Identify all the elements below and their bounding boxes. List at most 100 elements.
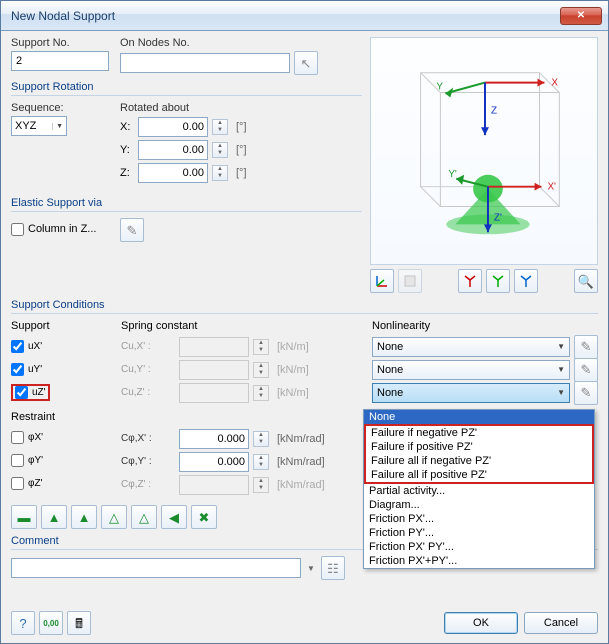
spring-phi-0-spinner[interactable]: ▲▼ xyxy=(253,431,269,447)
dropdown-item-4[interactable]: Failure all if positive PZ' xyxy=(366,468,592,482)
nonlin-2-edit-button[interactable]: ✎ xyxy=(574,381,598,405)
nonlin-2-value: None xyxy=(377,387,403,399)
dropdown-item-3[interactable]: Failure all if negative PZ' xyxy=(366,454,592,468)
close-button[interactable]: ✕ xyxy=(560,7,602,25)
ok-button[interactable]: OK xyxy=(444,612,518,634)
edit-icon: ✎ xyxy=(581,386,592,399)
view-x-button[interactable] xyxy=(458,269,482,293)
spring-phi-0-input[interactable] xyxy=(179,429,249,449)
elastic-edit-button[interactable]: ✎ xyxy=(120,218,144,242)
edit-icon: ✎ xyxy=(581,340,592,353)
help-icon: ? xyxy=(19,617,26,630)
support-no-label: Support No. xyxy=(11,37,114,49)
on-nodes-input[interactable] xyxy=(120,53,290,73)
nonlin-0-edit-button[interactable]: ✎ xyxy=(574,335,598,359)
support-u-2-highlight: uZ' xyxy=(11,384,50,401)
units-button[interactable]: 0,00 xyxy=(39,611,63,635)
rot-1-spinner[interactable]: ▲▼ xyxy=(212,142,228,158)
spring-phi-1-unit: [kNm/rad] xyxy=(273,456,325,468)
restraint-1-checkbox[interactable] xyxy=(11,454,24,467)
nonlin-0-combo[interactable]: None ▼ xyxy=(372,337,570,357)
rot-2-spinner[interactable]: ▲▼ xyxy=(212,165,228,181)
support-u-0-checkbox[interactable] xyxy=(11,340,24,353)
calculator-button[interactable]: 🖩 xyxy=(67,611,91,635)
rot-1-input[interactable] xyxy=(138,140,208,160)
preview-toolbar: 🔍 xyxy=(370,269,598,293)
support-u-0-label: uX' xyxy=(28,341,42,352)
dropdown-item-8[interactable]: Friction PY'... xyxy=(364,526,594,540)
units-icon: 0,00 xyxy=(43,619,59,628)
view-cube-button[interactable] xyxy=(398,269,422,293)
rot-0-spinner[interactable]: ▲▼ xyxy=(212,119,228,135)
dialog-window: New Nodal Support ✕ Support No. On Nodes… xyxy=(0,0,609,644)
restraint-0-checkbox[interactable] xyxy=(11,431,24,444)
dropdown-item-5[interactable]: Partial activity... xyxy=(364,484,594,498)
rot-axis-label: Y: xyxy=(120,144,134,156)
dropdown-item-2[interactable]: Failure if positive PZ' xyxy=(366,440,592,454)
dropdown-item-9[interactable]: Friction PX' PY'... xyxy=(364,540,594,554)
comment-input[interactable] xyxy=(11,558,301,578)
support-type-5-button[interactable]: △ xyxy=(131,505,157,529)
support-no-input[interactable] xyxy=(11,51,109,71)
support-type-3-button[interactable]: ▲ xyxy=(71,505,97,529)
cancel-button[interactable]: Cancel xyxy=(524,612,598,634)
spring-phi-1-spinner[interactable]: ▲▼ xyxy=(253,454,269,470)
elastic-group-label: Elastic Support via xyxy=(11,197,362,212)
view-zoom-button[interactable]: 🔍 xyxy=(574,269,598,293)
spring-phi-2-label: Cφ,Z' : xyxy=(121,479,175,490)
comment-library-button[interactable]: ☷ xyxy=(321,556,345,580)
spring-u-1-input xyxy=(179,360,249,380)
support-u-2-checkbox[interactable] xyxy=(15,386,28,399)
spring-u-0-label: Cu,X' : xyxy=(121,341,175,352)
help-button[interactable]: ? xyxy=(11,611,35,635)
support-type-6-button[interactable]: ◀ xyxy=(161,505,187,529)
view-axes-button[interactable] xyxy=(370,269,394,293)
dropdown-item-6[interactable]: Diagram... xyxy=(364,498,594,512)
support-type-1-button[interactable]: ▬ xyxy=(11,505,37,529)
sequence-value: XYZ xyxy=(15,120,36,132)
sequence-combo[interactable]: XYZ ▼ xyxy=(11,116,67,136)
dropdown-item-10[interactable]: Friction PX'+PY'... xyxy=(364,554,594,568)
restraint-2-checkbox[interactable] xyxy=(11,477,24,490)
rot-unit: [°] xyxy=(232,167,247,179)
pick-nodes-button[interactable]: ↖ xyxy=(294,51,318,75)
restraint-0-label: φX' xyxy=(28,432,43,443)
chevron-down-icon: ▼ xyxy=(557,342,565,351)
dropdown-item-0[interactable]: None xyxy=(364,410,594,424)
rot-0-input[interactable] xyxy=(138,117,208,137)
preview-3d[interactable]: X Y Z X' Y' xyxy=(370,37,598,265)
rot-2-input[interactable] xyxy=(138,163,208,183)
dropdown-item-7[interactable]: Friction PX'... xyxy=(364,512,594,526)
svg-text:Z: Z xyxy=(491,105,497,116)
support-type-7-button[interactable]: ✖ xyxy=(191,505,217,529)
support-type-4-button[interactable]: △ xyxy=(101,505,127,529)
dialog-footer: ? 0,00 🖩 OK Cancel xyxy=(11,611,598,635)
nonlin-2-combo[interactable]: None▼ xyxy=(372,383,570,403)
dropdown-highlight-group: Failure if negative PZ'Failure if positi… xyxy=(364,424,594,484)
spring-u-1-label: Cu,Y' : xyxy=(121,364,175,375)
view-y-button[interactable] xyxy=(486,269,510,293)
support-type-2-button[interactable]: ▲ xyxy=(41,505,67,529)
spring-u-2-label: Cu,Z' : xyxy=(121,387,175,398)
chevron-down-icon: ▼ xyxy=(557,365,565,374)
nonlinearity-dropdown-list[interactable]: NoneFailure if negative PZ'Failure if po… xyxy=(363,409,595,569)
nonlin-1-edit-button[interactable]: ✎ xyxy=(574,358,598,382)
spring-phi-1-input[interactable] xyxy=(179,452,249,472)
nonlin-0-value: None xyxy=(377,341,403,353)
spring-u-0-unit: [kN/m] xyxy=(273,341,309,353)
nonlin-1-combo[interactable]: None▼ xyxy=(372,360,570,380)
nonlin-header: Nonlinearity xyxy=(372,320,598,332)
spring-phi-2-unit: [kNm/rad] xyxy=(273,479,325,491)
view-z-button[interactable] xyxy=(514,269,538,293)
chevron-down-icon[interactable]: ▼ xyxy=(307,564,315,573)
spring-phi-2-spinner: ▲▼ xyxy=(253,477,269,493)
spring-phi-2-input xyxy=(179,475,249,495)
magnifier-icon: 🔍 xyxy=(578,275,594,288)
calculator-icon: 🖩 xyxy=(75,617,83,630)
titlebar: New Nodal Support ✕ xyxy=(1,1,608,31)
sequence-label: Sequence: xyxy=(11,102,114,114)
column-z-checkbox[interactable] xyxy=(11,223,24,236)
support-u-1-checkbox[interactable] xyxy=(11,363,24,376)
svg-text:Z': Z' xyxy=(494,212,502,223)
dropdown-item-1[interactable]: Failure if negative PZ' xyxy=(366,426,592,440)
